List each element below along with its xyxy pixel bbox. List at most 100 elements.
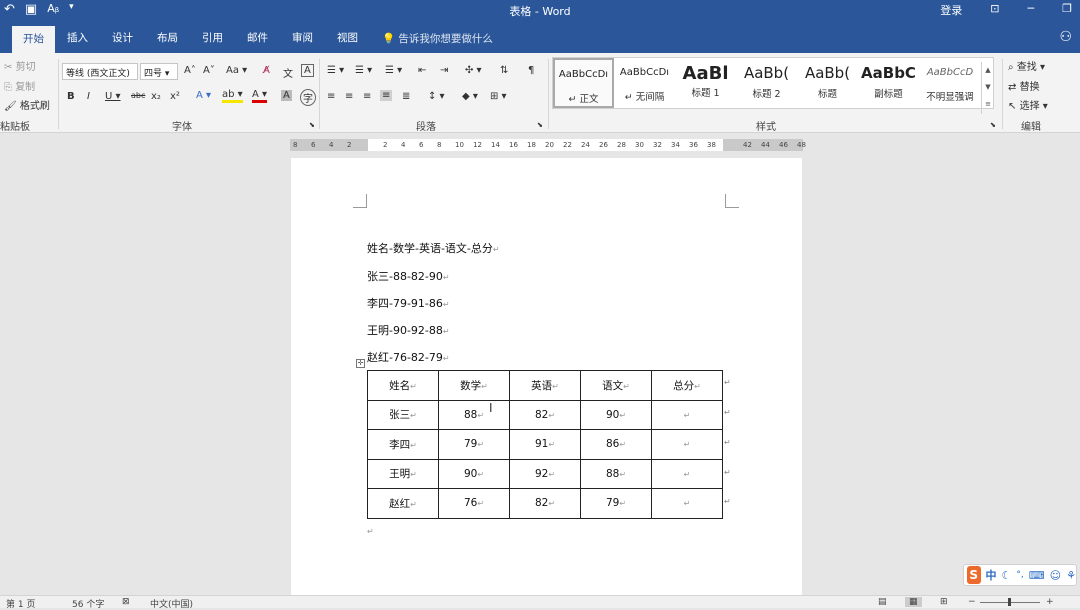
tab-design[interactable]: 设计 xyxy=(112,30,133,45)
tab-layout[interactable]: 布局 xyxy=(157,30,178,45)
table-cell[interactable]: 88↵ xyxy=(438,399,510,430)
decrease-indent-icon[interactable]: ⇤ xyxy=(418,65,426,76)
shrink-font-icon[interactable]: A˅ xyxy=(203,65,215,76)
table-move-handle[interactable]: ✛ xyxy=(356,359,365,368)
select-button[interactable]: ↖ 选择 ▾ xyxy=(1008,97,1048,112)
font-dialog-launcher-icon[interactable]: ⬊ xyxy=(309,121,315,129)
punctuation-icon[interactable]: °, xyxy=(1016,570,1023,580)
ribbon-display-icon[interactable]: ⊡ xyxy=(990,2,999,18)
styles-scroll[interactable]: ▲ ▼ ≡ xyxy=(981,62,994,114)
table-cell[interactable]: 79↵ xyxy=(580,488,652,519)
table-cell[interactable]: 88↵ xyxy=(580,458,652,489)
score-table[interactable]: 姓名↵ 数学↵ 英语↵ 语文↵ 总分↵ 张三↵ 88↵ 82↵ 90↵ ↵ 李四… xyxy=(367,370,723,519)
style-subtle-emphasis[interactable]: AaBbCcD 不明显强调 xyxy=(919,58,981,108)
user-icon[interactable]: ☺ xyxy=(1050,569,1061,582)
char-border-icon[interactable]: A xyxy=(301,64,314,77)
style-no-spacing[interactable]: AaBbCcDı ↵ 无间隔 xyxy=(614,58,675,108)
highlight-icon[interactable]: ab ▾ xyxy=(222,89,243,103)
style-normal[interactable]: AaBbCcDı ↵ 正文 xyxy=(553,58,614,108)
table-cell[interactable]: ↵ xyxy=(651,399,723,430)
table-cell[interactable]: 90↵ xyxy=(438,458,510,489)
strikethrough-icon[interactable]: abc xyxy=(131,91,145,100)
table-cell[interactable]: 姓名↵ xyxy=(367,370,439,401)
change-case-icon[interactable]: Aa ▾ xyxy=(226,65,247,76)
word-count[interactable]: 56 个字 xyxy=(72,597,104,610)
styles-dialog-launcher-icon[interactable]: ⬊ xyxy=(990,121,996,129)
table-cell[interactable]: 李四↵ xyxy=(367,429,439,460)
print-layout-icon[interactable]: ▦ xyxy=(905,597,922,607)
tab-references[interactable]: 引用 xyxy=(202,30,223,45)
minimize-icon[interactable]: ─ xyxy=(1028,2,1035,18)
user-icon[interactable]: ⚇ xyxy=(1059,29,1072,45)
clear-format-icon[interactable]: A̸ xyxy=(263,65,270,76)
increase-indent-icon[interactable]: ⇥ xyxy=(440,65,448,76)
subscript-icon[interactable]: x₂ xyxy=(151,91,161,102)
table-cell[interactable]: 92↵ xyxy=(509,458,581,489)
text-effects-icon[interactable]: A ▾ xyxy=(196,90,211,101)
tab-home[interactable]: 开始 xyxy=(12,26,55,53)
font-name-select[interactable]: 等线 (西文正文) xyxy=(62,63,138,80)
distributed-icon[interactable]: ≣ xyxy=(402,91,410,102)
skin-icon[interactable]: ⚘ xyxy=(1066,569,1076,582)
sort-icon[interactable]: ⇅ xyxy=(500,65,508,76)
table-cell[interactable]: 82↵ xyxy=(509,399,581,430)
copy-button[interactable]: ⎘ 复制 xyxy=(4,78,35,93)
table-cell[interactable]: 语文↵ xyxy=(580,370,652,401)
shading-icon[interactable]: ◆ ▾ xyxy=(462,91,478,102)
table-cell[interactable]: 91↵ xyxy=(509,429,581,460)
sogou-logo-icon[interactable]: S xyxy=(967,566,981,584)
justify-icon[interactable]: ≡ xyxy=(380,90,393,101)
tab-view[interactable]: 视图 xyxy=(337,30,358,45)
horizontal-ruler[interactable]: 8 6 4 2 2 4 6 8 10 12 14 16 18 20 22 24 26 28 30 32 34 36 38 42… xyxy=(290,139,806,151)
align-left-icon[interactable]: ≡ xyxy=(327,91,335,102)
proofing-icon[interactable]: ⊠ xyxy=(122,597,130,607)
table-cell[interactable]: 数学↵ xyxy=(438,370,510,401)
cut-button[interactable]: ✂ 剪切 xyxy=(4,58,36,73)
table-cell[interactable]: 赵红↵ xyxy=(367,488,439,519)
align-right-icon[interactable]: ≡ xyxy=(363,91,371,102)
borders-icon[interactable]: ⊞ ▾ xyxy=(490,91,507,102)
page-count[interactable]: 第 1 页 xyxy=(6,597,35,610)
ime-mode[interactable]: 中 xyxy=(986,567,997,583)
language-status[interactable]: 中文(中国) xyxy=(150,597,193,610)
style-title[interactable]: AaBb(标题 xyxy=(797,58,858,108)
tab-review[interactable]: 审阅 xyxy=(292,30,313,45)
phonetic-icon[interactable]: 文 xyxy=(283,65,293,80)
table-cell[interactable]: 英语↵ xyxy=(509,370,581,401)
multilevel-list-icon[interactable]: ☰ ▾ xyxy=(385,65,402,76)
find-button[interactable]: ⌕ 查找 ▾ xyxy=(1008,58,1045,73)
tell-me-box[interactable]: 💡 告诉我你想要做什么 xyxy=(382,31,493,46)
font-size-select[interactable]: 四号 ▾ xyxy=(140,63,178,80)
restore-icon[interactable]: ❐ xyxy=(1062,2,1072,18)
italic-icon[interactable]: I xyxy=(87,91,90,102)
table-cell[interactable]: 79↵ xyxy=(438,429,510,460)
chinese-layout-icon[interactable]: ✣ ▾ xyxy=(465,65,482,76)
table-cell[interactable]: ↵ xyxy=(651,488,723,519)
tab-insert[interactable]: 插入 xyxy=(67,30,88,45)
table-cell[interactable]: 76↵ xyxy=(438,488,510,519)
replace-button[interactable]: ⇄ 替换 xyxy=(1008,78,1040,93)
align-center-icon[interactable]: ≡ xyxy=(345,91,353,102)
line-spacing-icon[interactable]: ↕ ▾ xyxy=(428,91,445,102)
table-cell[interactable]: ↵ xyxy=(651,429,723,460)
read-mode-icon[interactable]: ▤ xyxy=(878,597,887,607)
zoom-in-icon[interactable]: + xyxy=(1046,597,1054,607)
style-heading-2[interactable]: AaBb(标题 2 xyxy=(736,58,797,108)
underline-icon[interactable]: U ▾ xyxy=(105,91,121,102)
paragraph-dialog-launcher-icon[interactable]: ⬊ xyxy=(537,121,543,129)
bullets-icon[interactable]: ☰ ▾ xyxy=(327,65,344,76)
keyboard-icon[interactable]: ⌨ xyxy=(1029,569,1045,582)
document-page[interactable]: 姓名-数学-英语-语文-总分↵ 张三-88-82-90↵ 李四-79-91-86… xyxy=(291,158,802,595)
style-heading-1[interactable]: AaBl 标题 1 xyxy=(675,58,736,108)
bold-icon[interactable]: B xyxy=(67,91,75,102)
zoom-out-icon[interactable]: − xyxy=(968,597,976,607)
enclose-char-icon[interactable]: 字 xyxy=(300,89,316,106)
style-subtitle[interactable]: AaBbC 副标题 xyxy=(858,58,919,108)
table-cell[interactable]: 90↵ xyxy=(580,399,652,430)
table-cell[interactable]: ↵ xyxy=(651,458,723,489)
tab-mailings[interactable]: 邮件 xyxy=(247,30,268,45)
ime-toolbar[interactable]: S 中 ☾ °, ⌨ ☺ ⚘ xyxy=(963,564,1077,586)
web-layout-icon[interactable]: ⊞ xyxy=(940,597,948,607)
grow-font-icon[interactable]: A˄ xyxy=(184,65,196,76)
format-painter-button[interactable]: 🖌 格式刷 xyxy=(4,97,50,112)
